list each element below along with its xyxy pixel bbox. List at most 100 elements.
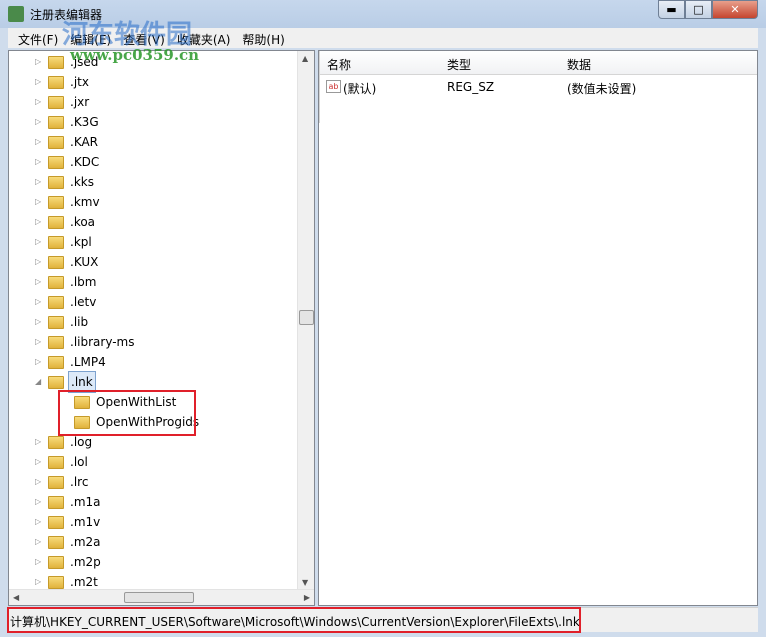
string-value-icon: ab bbox=[326, 80, 341, 93]
expand-icon[interactable]: ▷ bbox=[35, 192, 44, 212]
folder-icon bbox=[48, 355, 64, 369]
expand-icon[interactable]: ▷ bbox=[35, 332, 44, 352]
folder-icon bbox=[48, 575, 64, 589]
expand-icon[interactable]: ▷ bbox=[35, 312, 44, 332]
maximize-button[interactable]: □ bbox=[685, 0, 712, 19]
folder-icon bbox=[48, 195, 64, 209]
column-type[interactable]: 类型 bbox=[447, 56, 471, 73]
folder-icon bbox=[48, 115, 64, 129]
tree-item[interactable]: ▷ .m2p bbox=[35, 552, 103, 572]
expand-icon[interactable]: ▷ bbox=[35, 432, 44, 452]
expand-icon[interactable]: ▷ bbox=[35, 252, 44, 272]
folder-icon bbox=[48, 235, 64, 249]
expand-icon[interactable]: ▷ bbox=[35, 512, 44, 532]
values-header: 名称 类型 数据 bbox=[319, 51, 757, 123]
tree-item[interactable]: ▷ .LMP4 bbox=[35, 352, 108, 372]
tree-item-label: .jxr bbox=[70, 95, 90, 109]
tree-item-label: .KDC bbox=[70, 155, 100, 169]
key-tree[interactable]: ▲ ▼ ◀ ▶ ▷ .jsed ▷ .jtx ▷ .jxr ▷ .K3G ▷ .KAR ▷ .KDC ▷… bbox=[8, 50, 315, 606]
tree-item[interactable]: ◢ .lnk bbox=[35, 371, 96, 393]
minimize-button[interactable]: ▬ bbox=[658, 0, 685, 19]
scroll-thumb[interactable] bbox=[299, 310, 314, 325]
folder-icon bbox=[48, 175, 64, 189]
folder-icon bbox=[48, 375, 64, 389]
expand-icon[interactable]: ▷ bbox=[35, 72, 44, 92]
menu-file[interactable]: 文件(F) bbox=[12, 28, 64, 48]
tree-item[interactable]: ▷ .library-ms bbox=[35, 332, 136, 352]
expand-icon[interactable]: ▷ bbox=[35, 92, 44, 112]
folder-icon bbox=[48, 495, 64, 509]
tree-item[interactable]: ▷ .KAR bbox=[35, 132, 100, 152]
tree-item-label: .LMP4 bbox=[70, 355, 106, 369]
expand-icon[interactable]: ▷ bbox=[35, 572, 44, 592]
tree-item[interactable]: ▷ .m2a bbox=[35, 532, 103, 552]
tree-item-label: .KAR bbox=[70, 135, 99, 149]
regedit-icon bbox=[8, 6, 24, 22]
expand-icon[interactable]: ▷ bbox=[35, 272, 44, 292]
expand-icon[interactable]: ▷ bbox=[35, 52, 44, 72]
expand-icon[interactable]: ▷ bbox=[35, 232, 44, 252]
tree-item-label: .library-ms bbox=[70, 335, 135, 349]
tree-item[interactable]: ▷ .lol bbox=[35, 452, 90, 472]
tree-item[interactable]: ▷ .lbm bbox=[35, 272, 98, 292]
tree-item-label: .m2t bbox=[70, 575, 98, 589]
column-name[interactable]: 名称 bbox=[327, 56, 351, 73]
expand-icon[interactable]: ▷ bbox=[35, 452, 44, 472]
expand-icon[interactable]: ▷ bbox=[35, 152, 44, 172]
highlight-box-subkeys bbox=[58, 390, 196, 436]
tree-item-label: .kks bbox=[70, 175, 94, 189]
column-data[interactable]: 数据 bbox=[567, 56, 591, 73]
expand-icon[interactable]: ▷ bbox=[35, 172, 44, 192]
tree-item-label: .m2p bbox=[70, 555, 101, 569]
folder-icon bbox=[48, 255, 64, 269]
value-type: REG_SZ bbox=[447, 80, 495, 94]
tree-item-label: .m1v bbox=[70, 515, 101, 529]
tree-item-label: .m2a bbox=[70, 535, 101, 549]
tree-item[interactable]: ▷ .kpl bbox=[35, 232, 94, 252]
tree-item[interactable]: ▷ .KUX bbox=[35, 252, 100, 272]
folder-icon bbox=[48, 515, 64, 529]
expand-icon[interactable]: ▷ bbox=[35, 212, 44, 232]
expand-icon[interactable]: ▷ bbox=[35, 532, 44, 552]
folder-icon bbox=[48, 295, 64, 309]
tree-item[interactable]: ▷ .m2t bbox=[35, 572, 100, 592]
tree-item-label: .lib bbox=[70, 315, 89, 329]
folder-icon bbox=[48, 435, 64, 449]
menu-help[interactable]: 帮助(H) bbox=[236, 28, 290, 48]
close-button[interactable]: ✕ bbox=[712, 0, 758, 19]
folder-icon bbox=[48, 475, 64, 489]
tree-item[interactable]: ▷ .KDC bbox=[35, 152, 101, 172]
value-data: (数值未设置) bbox=[567, 82, 637, 96]
values-pane[interactable]: 名称 类型 数据 ab (默认) REG_SZ (数值未设置) bbox=[318, 50, 758, 606]
tree-item-label: .m1a bbox=[70, 495, 101, 509]
tree-item[interactable]: ▷ .kks bbox=[35, 172, 96, 192]
tree-item[interactable]: ▷ .jxr bbox=[35, 92, 91, 112]
expand-icon[interactable]: ▷ bbox=[35, 472, 44, 492]
folder-icon bbox=[48, 555, 64, 569]
expand-icon[interactable]: ▷ bbox=[35, 552, 44, 572]
tree-item-label: .lbm bbox=[70, 275, 97, 289]
tree-item[interactable]: ▷ .jtx bbox=[35, 72, 91, 92]
expand-icon[interactable]: ▷ bbox=[35, 352, 44, 372]
tree-vertical-scrollbar[interactable]: ▲ ▼ bbox=[297, 51, 314, 590]
tree-item[interactable]: ▷ .m1a bbox=[35, 492, 103, 512]
tree-item[interactable]: ▷ .letv bbox=[35, 292, 98, 312]
tree-item[interactable]: ▷ .lib bbox=[35, 312, 90, 332]
tree-item-label: .lol bbox=[70, 455, 88, 469]
tree-item[interactable]: ▷ .kmv bbox=[35, 192, 102, 212]
tree-item[interactable]: ▷ .lrc bbox=[35, 472, 90, 492]
expand-icon[interactable]: ▷ bbox=[35, 132, 44, 152]
folder-icon bbox=[48, 95, 64, 109]
expand-icon[interactable]: ▷ bbox=[35, 492, 44, 512]
expand-icon[interactable]: ▷ bbox=[35, 112, 44, 132]
hscroll-thumb[interactable] bbox=[124, 592, 194, 603]
tree-item[interactable]: ▷ .m1v bbox=[35, 512, 102, 532]
value-row[interactable]: ab (默认) REG_SZ (数值未设置) bbox=[319, 79, 757, 97]
expand-icon[interactable]: ▷ bbox=[35, 292, 44, 312]
tree-item[interactable]: ▷ .K3G bbox=[35, 112, 101, 132]
tree-item-label: .K3G bbox=[70, 115, 99, 129]
folder-icon bbox=[48, 275, 64, 289]
tree-item[interactable]: ▷ .koa bbox=[35, 212, 97, 232]
collapse-icon[interactable]: ◢ bbox=[35, 372, 44, 392]
folder-icon bbox=[48, 335, 64, 349]
